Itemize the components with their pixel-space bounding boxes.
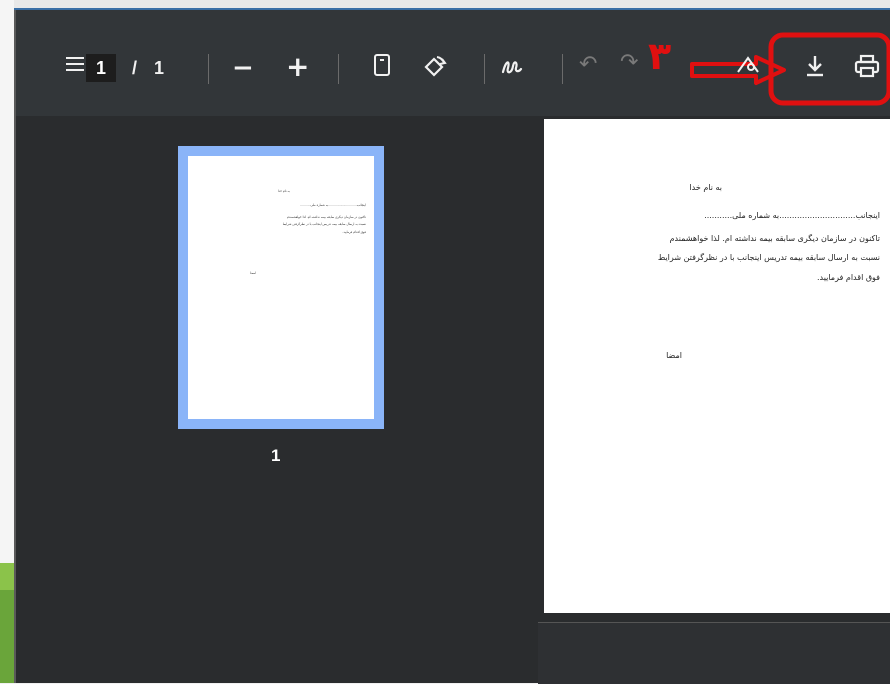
thumbnail-line: تاکنون در سازمان دیگری سابقه بیمه نداشته… xyxy=(287,215,366,219)
redo-icon[interactable]: ↷ xyxy=(620,50,638,75)
thumbnail-line: اینجانب..............................به … xyxy=(300,203,366,207)
thumbnail-line: فوق اقدام فرمایید. xyxy=(342,230,366,234)
window-top-border xyxy=(14,0,890,10)
thumbnail-signature: امضا xyxy=(250,271,256,275)
zoom-in-button[interactable]: + xyxy=(286,52,309,82)
toolbar-divider xyxy=(208,54,209,84)
toolbar-divider xyxy=(338,54,339,84)
sidebar-menu-icon[interactable] xyxy=(66,57,84,73)
page-number-input[interactable]: 1 xyxy=(86,54,116,82)
pdf-toolbar: 1 / 1 − + ↶ ↷ ۳ xyxy=(16,10,890,116)
background-green-block-dark xyxy=(0,590,14,683)
document-page: به نام خدا اینجانب......................… xyxy=(544,119,890,613)
thumbnail-line: نسبت به ارسال سابقه بیمه تدریس اینجانب ب… xyxy=(282,222,366,226)
doc-signature: امضا xyxy=(666,351,682,360)
thumbnail-page: به نام خدا اینجانب......................… xyxy=(188,156,374,419)
doc-title: به نام خدا xyxy=(689,183,722,192)
thumbnail-title: به نام خدا xyxy=(277,189,290,193)
page-separator: / xyxy=(132,58,138,78)
fit-to-page-icon[interactable] xyxy=(374,54,390,76)
left-window-edge xyxy=(0,0,14,683)
draw-icon[interactable] xyxy=(500,54,524,78)
thumbnail-page-label: 1 xyxy=(271,446,281,465)
doc-paragraph-line: تاکنون در سازمان دیگری سابقه بیمه نداشته… xyxy=(669,234,880,243)
undo-icon[interactable]: ↶ xyxy=(579,52,597,77)
rotate-icon[interactable] xyxy=(421,54,447,80)
page-thumbnail[interactable]: به نام خدا اینجانب......................… xyxy=(178,146,384,429)
doc-paragraph-line: فوق اقدام فرمایید. xyxy=(816,273,880,282)
print-icon[interactable] xyxy=(854,54,880,78)
annotation-number: ۳ xyxy=(648,34,672,78)
doc-paragraph-line: نسبت به ارسال سابقه بیمه تدریس اینجانب ب… xyxy=(657,253,880,262)
page-gap xyxy=(538,622,890,684)
document-view: به نام خدا اینجانب......................… xyxy=(538,116,890,684)
annotation-icon[interactable] xyxy=(736,52,762,76)
thumbnail-pane: به نام خدا اینجانب......................… xyxy=(16,116,538,683)
pdf-viewer: 1 / 1 − + ↶ ↷ ۳ به نام خدا اینجانب......… xyxy=(14,10,890,684)
toolbar-divider xyxy=(562,54,563,84)
page-total: 1 xyxy=(154,58,165,78)
doc-line: اینجانب..............................به … xyxy=(704,211,880,220)
toolbar-divider xyxy=(484,54,485,84)
download-icon[interactable] xyxy=(804,54,826,78)
zoom-out-button[interactable]: − xyxy=(232,54,254,82)
